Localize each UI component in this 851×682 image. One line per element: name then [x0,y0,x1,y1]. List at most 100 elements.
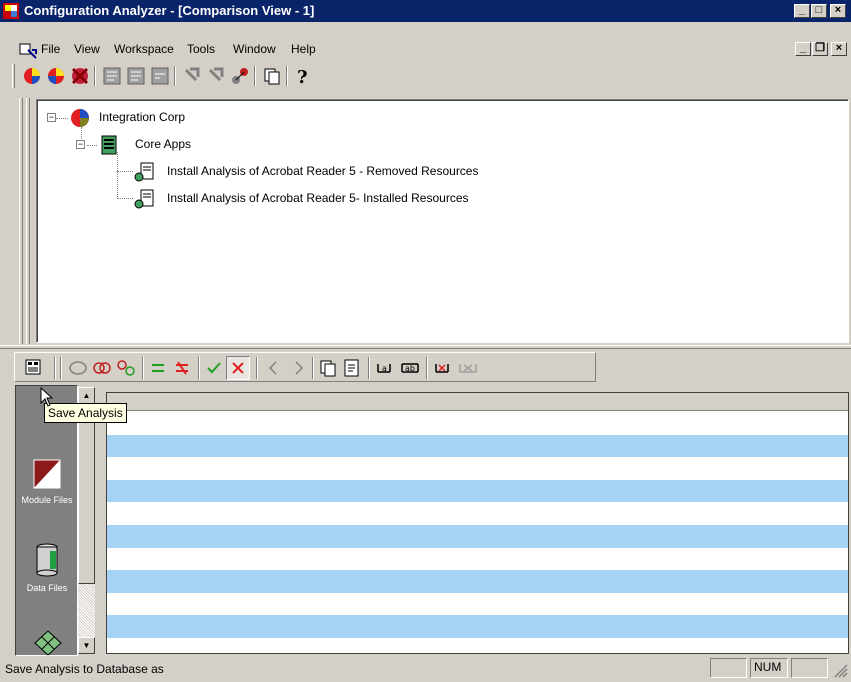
mdi-minimize-button[interactable]: _ [795,42,811,56]
remove-filter-icon[interactable] [432,358,452,378]
status-bar: Save Analysis to Database as NUM [0,656,851,682]
equal-icon[interactable] [148,358,168,378]
help-icon[interactable]: ? [292,66,312,86]
menu-file[interactable]: File [41,42,60,56]
tree-connector [117,171,133,172]
grid-header[interactable] [107,393,848,411]
circle-icon[interactable] [68,358,88,378]
maximize-button[interactable]: □ [811,4,827,18]
status-message: Save Analysis to Database as [5,662,164,676]
analysis-open-icon[interactable] [46,66,66,86]
category-scrollbar[interactable]: ▲ ▼ [78,385,96,656]
menu-window[interactable]: Window [233,42,276,56]
menu-help[interactable]: Help [291,42,316,56]
grid-row[interactable] [107,457,848,481]
tree-connector [117,198,133,199]
previous-icon[interactable] [264,358,284,378]
copy-icon[interactable] [262,66,282,86]
tree-group-label[interactable]: Core Apps [135,137,191,151]
integration-corp-icon [71,109,89,127]
pane-splitter[interactable] [0,344,851,350]
scroll-track[interactable] [78,584,95,638]
pane-grip[interactable] [19,98,23,344]
resize-grip-icon[interactable] [834,664,848,678]
not-equal-icon[interactable] [172,358,192,378]
differ-icon[interactable] [116,358,136,378]
mdi-child-icon[interactable] [19,41,37,59]
paste-icon[interactable] [342,358,362,378]
pane-grip[interactable] [26,98,30,344]
tree-root-label[interactable]: Integration Corp [99,110,185,124]
collapse-toggle[interactable]: − [47,113,56,122]
grid-row[interactable] [107,547,848,571]
app-icon [3,3,19,19]
filter-icon[interactable]: a [374,358,394,378]
mdi-close-button[interactable]: × [831,42,847,56]
tree-connector [56,118,68,119]
next-icon[interactable] [288,358,308,378]
grid-row[interactable] [107,434,848,458]
svg-text:a: a [382,364,387,373]
module-files-icon[interactable] [33,459,61,489]
form-icon-1[interactable] [102,66,122,86]
module-files-label[interactable]: Module Files [18,495,76,505]
network-objects-icon[interactable] [33,629,63,657]
close-button[interactable]: × [830,4,846,18]
network-icon[interactable] [230,66,250,86]
menu-workspace[interactable]: Workspace [114,42,174,56]
pick-tool-icon-2[interactable] [206,66,226,86]
form-icon-2[interactable] [126,66,146,86]
form-icon-3[interactable] [150,66,170,86]
collapse-toggle[interactable]: − [76,140,85,149]
grid-row[interactable] [107,412,848,435]
mdi-restore-button[interactable]: ❐ [812,42,828,56]
toolbar-separator [174,66,176,86]
grid-row[interactable] [107,525,848,548]
status-panel-num: NUM [750,658,788,678]
tooltip: Save Analysis [44,403,127,423]
filter-ab-icon[interactable]: ab [400,358,420,378]
toolbar-grip[interactable] [12,64,15,88]
toolbar-separator [368,357,370,379]
tree-item-label[interactable]: Install Analysis of Acrobat Reader 5- In… [167,191,469,205]
minimize-button[interactable]: _ [794,4,810,18]
menu-tools[interactable]: Tools [187,42,215,56]
grid-row[interactable] [107,592,848,616]
grid-row[interactable] [107,502,848,526]
overlap-icon[interactable] [92,358,112,378]
grid-row[interactable] [107,570,848,594]
mismatch-toggle[interactable] [226,356,250,380]
svg-text:?: ? [297,67,308,86]
data-files-label[interactable]: Data Files [18,583,76,593]
toolbar-separator [256,357,258,379]
tree-item-label[interactable]: Install Analysis of Acrobat Reader 5 - R… [167,164,478,178]
cross-icon [232,362,244,374]
comparison-grid[interactable] [106,392,849,654]
menu-bar: File View Workspace Tools Window Help _ … [0,40,851,60]
data-files-icon[interactable] [36,543,58,577]
copy-icon[interactable] [318,358,338,378]
pick-tool-icon-1[interactable] [182,66,202,86]
grid-row[interactable] [107,479,848,503]
scroll-thumb[interactable] [78,404,95,584]
grid-row[interactable] [107,615,848,639]
tree-connector [87,145,97,146]
check-icon[interactable] [204,358,224,378]
analysis-new-icon[interactable] [22,66,42,86]
tree-connector [117,152,118,199]
status-panel-scroll [791,658,828,678]
scroll-down-button[interactable]: ▼ [78,637,95,654]
toolbar-separator [286,66,288,86]
comparison-toolbar: a ab [14,352,849,382]
save-analysis-icon[interactable] [24,358,44,378]
window-title: Configuration Analyzer - [Comparison Vie… [24,3,315,18]
filter-disabled-icon[interactable] [458,358,478,378]
grid-row[interactable] [107,638,848,653]
menu-view[interactable]: View [74,42,100,56]
toolbar-separator [94,66,96,86]
analysis-delete-icon[interactable] [70,66,90,86]
title-bar[interactable]: Configuration Analyzer - [Comparison Vie… [0,0,851,22]
toolbar-separator [254,66,256,86]
install-analysis-icon [134,162,154,182]
scroll-up-button[interactable]: ▲ [78,387,95,404]
